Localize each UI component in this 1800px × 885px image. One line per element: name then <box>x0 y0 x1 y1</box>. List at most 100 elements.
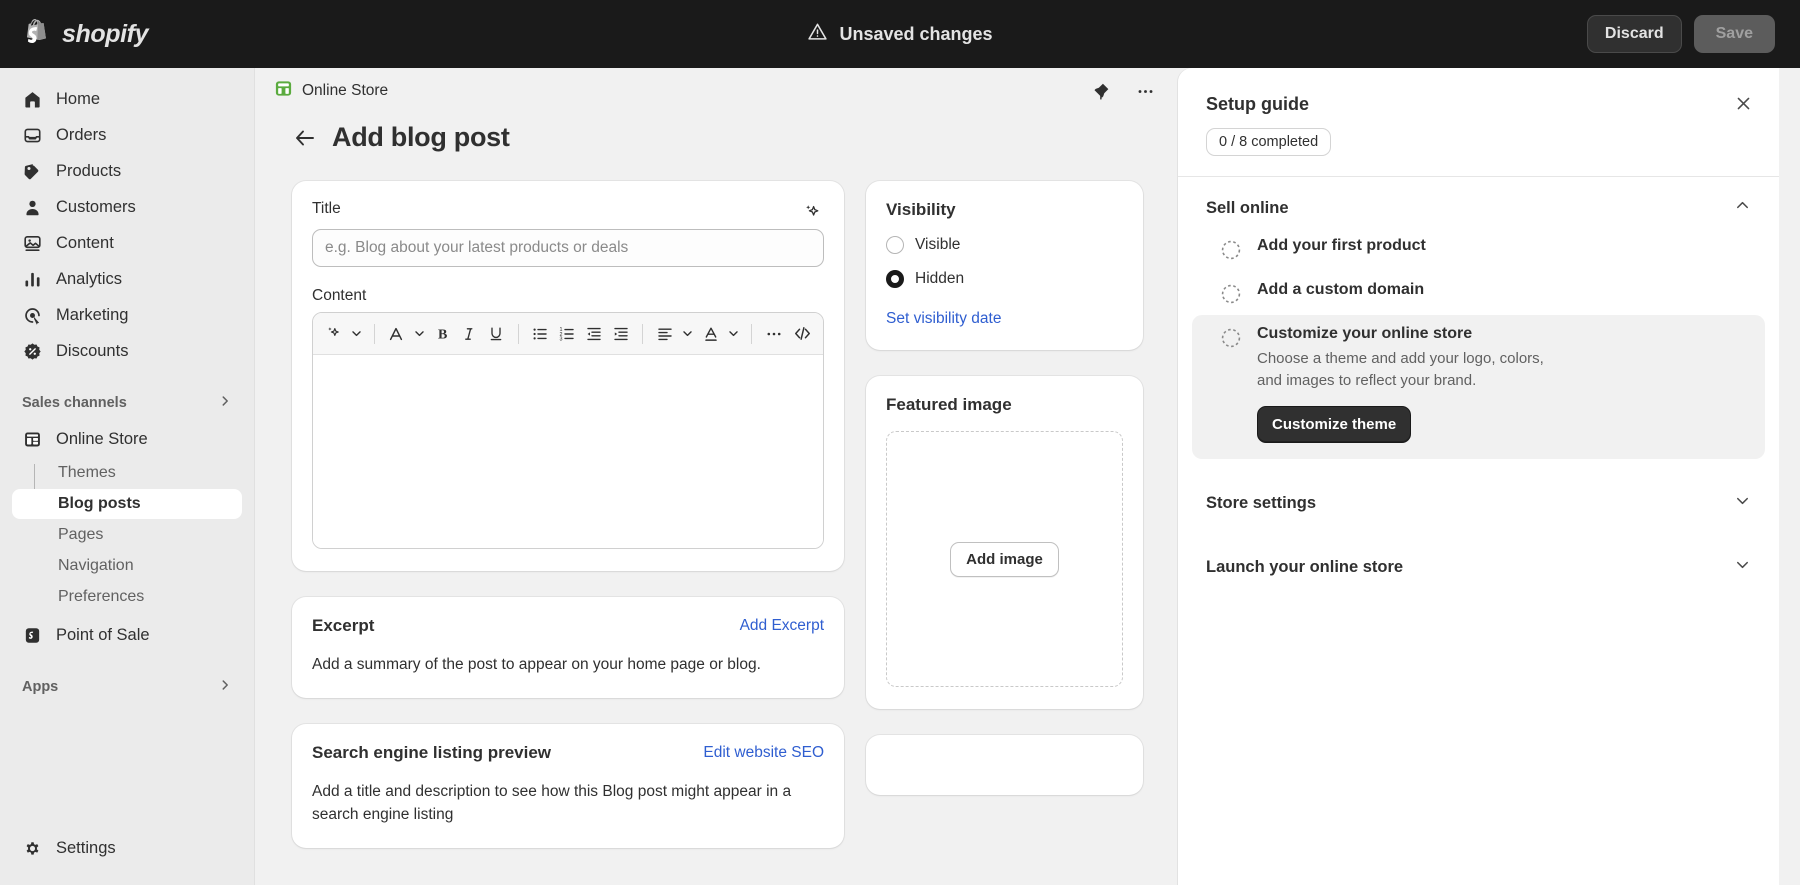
title-field-header: Title <box>312 200 824 229</box>
svg-text:B: B <box>438 327 447 342</box>
sidebar-item-label: Analytics <box>56 270 122 289</box>
seo-header: Search engine listing preview Edit websi… <box>312 743 824 763</box>
sidebar-item-discounts[interactable]: Discounts <box>12 334 242 368</box>
sidebar-item-point-of-sale[interactable]: Point of Sale <box>12 618 242 652</box>
shopify-logo[interactable]: shopify <box>0 19 148 49</box>
text-align-icon[interactable] <box>652 321 677 347</box>
html-code-icon[interactable] <box>790 321 815 347</box>
sidebar-item-label: Settings <box>56 839 116 858</box>
home-icon <box>22 89 42 109</box>
customize-theme-button[interactable]: Customize theme <box>1257 406 1411 443</box>
chevron-right-icon <box>218 394 232 412</box>
radio-visible[interactable] <box>886 236 904 254</box>
italic-icon[interactable] <box>457 321 482 347</box>
chevron-down-icon[interactable] <box>1734 556 1751 578</box>
setup-section-sell-online[interactable]: Sell online <box>1178 177 1779 227</box>
setup-section-title: Launch your online store <box>1206 558 1403 577</box>
close-icon[interactable] <box>1734 94 1753 118</box>
setup-section-title: Store settings <box>1206 494 1316 513</box>
add-excerpt-link[interactable]: Add Excerpt <box>740 617 824 635</box>
text-align-chevron-down-icon[interactable] <box>679 321 696 347</box>
sidebar-group-sales-channels[interactable]: Sales channels <box>0 390 254 416</box>
setup-section-store-settings[interactable]: Store settings <box>1178 475 1779 531</box>
add-image-button[interactable]: Add image <box>950 542 1059 577</box>
sidebar-item-label: Online Store <box>56 430 148 449</box>
sidebar-item-home[interactable]: Home <box>12 82 242 116</box>
setup-task-title: Customize your online store <box>1257 325 1557 343</box>
sidebar-item-navigation[interactable]: Navigation <box>12 551 242 581</box>
font-style-icon[interactable] <box>384 321 409 347</box>
marketing-target-icon <box>22 305 42 325</box>
font-style-chevron-down-icon[interactable] <box>411 321 428 347</box>
sidebar-item-themes[interactable]: Themes <box>12 458 242 488</box>
magic-sparkle-icon[interactable] <box>800 200 824 229</box>
visibility-option-hidden[interactable]: Hidden <box>886 270 1123 288</box>
pin-icon[interactable] <box>1088 78 1114 104</box>
title-content-card: Title Content <box>292 181 844 571</box>
sidebar-item-blog-posts[interactable]: Blog posts <box>12 489 242 519</box>
magic-chevron-down-icon[interactable] <box>348 321 365 347</box>
sidebar-item-label: Content <box>56 234 114 253</box>
sidebar-group-apps[interactable]: Apps <box>0 674 254 700</box>
sidebar-item-marketing[interactable]: Marketing <box>12 298 242 332</box>
toolbar-divider <box>642 324 643 344</box>
editor-content-area[interactable] <box>313 355 823 548</box>
setup-guide-card: Setup guide 0 / 8 completed Sell online … <box>1178 68 1779 885</box>
editor-toolbar: B <box>313 313 823 355</box>
numbered-list-icon[interactable]: 123 <box>555 321 580 347</box>
sidebar-item-orders[interactable]: Orders <box>12 118 242 152</box>
setup-task-add-first-product[interactable]: Add your first product <box>1192 227 1765 271</box>
seo-preview-card: Search engine listing preview Edit websi… <box>292 724 844 848</box>
sidebar-item-settings[interactable]: Settings <box>12 831 243 865</box>
sidebar-item-pages[interactable]: Pages <box>12 520 242 550</box>
save-button[interactable]: Save <box>1694 15 1775 53</box>
underline-icon[interactable] <box>484 321 509 347</box>
toolbar-divider <box>374 324 375 344</box>
svg-text:3: 3 <box>560 336 563 342</box>
sidebar-subitem-label: Pages <box>58 526 103 544</box>
radio-hidden[interactable] <box>886 270 904 288</box>
bold-icon[interactable]: B <box>430 321 455 347</box>
sidebar-item-online-store[interactable]: Online Store <box>12 422 242 456</box>
setup-section-launch-store[interactable]: Launch your online store <box>1178 539 1779 595</box>
sidebar-item-preferences[interactable]: Preferences <box>12 582 242 612</box>
content-image-icon <box>22 233 42 253</box>
setup-task-add-custom-domain[interactable]: Add a custom domain <box>1192 271 1765 315</box>
text-color-chevron-down-icon[interactable] <box>725 321 742 347</box>
more-options-icon[interactable] <box>761 321 786 347</box>
bulleted-list-icon[interactable] <box>528 321 553 347</box>
sidebar-item-products[interactable]: Products <box>12 154 242 188</box>
store-green-icon <box>274 79 293 103</box>
task-incomplete-circle-icon <box>1220 327 1242 349</box>
set-visibility-date-link[interactable]: Set visibility date <box>886 310 1001 327</box>
breadcrumb-label[interactable]: Online Store <box>302 82 388 100</box>
title-input[interactable] <box>312 229 824 267</box>
outdent-icon[interactable] <box>581 321 606 347</box>
sidebar-item-content[interactable]: Content <box>12 226 242 260</box>
visibility-option-visible[interactable]: Visible <box>886 236 1123 254</box>
top-bar-actions: Discard Save <box>1587 0 1775 68</box>
indent-icon[interactable] <box>608 321 633 347</box>
featured-image-dropzone[interactable]: Add image <box>886 431 1123 687</box>
chevron-down-icon[interactable] <box>1734 492 1751 514</box>
sidebar-item-analytics[interactable]: Analytics <box>12 262 242 296</box>
sidebar-item-customers[interactable]: Customers <box>12 190 242 224</box>
setup-guide-header: Setup guide 0 / 8 completed <box>1178 68 1779 156</box>
task-incomplete-circle-icon <box>1220 283 1242 305</box>
more-horizontal-icon[interactable] <box>1132 78 1158 104</box>
page-title-row: Add blog post <box>256 114 1178 153</box>
discard-button[interactable]: Discard <box>1587 15 1682 53</box>
text-color-icon[interactable] <box>698 321 723 347</box>
breadcrumb-bar: Online Store <box>256 68 1178 114</box>
shopify-wordmark: shopify <box>62 20 148 49</box>
next-card-partial <box>866 735 1143 795</box>
chevron-up-icon[interactable] <box>1734 197 1751 219</box>
excerpt-description: Add a summary of the post to appear on y… <box>312 654 824 676</box>
visibility-card: Visibility Visible Hidden Set visibility… <box>866 181 1143 350</box>
title-label: Title <box>312 200 341 218</box>
edit-website-seo-link[interactable]: Edit website SEO <box>703 744 824 762</box>
arrow-left-icon[interactable] <box>294 127 316 149</box>
setup-task-customize-online-store[interactable]: Customize your online store Choose a the… <box>1192 315 1765 459</box>
online-store-icon <box>22 429 42 449</box>
magic-sparkle-icon[interactable] <box>321 321 346 347</box>
